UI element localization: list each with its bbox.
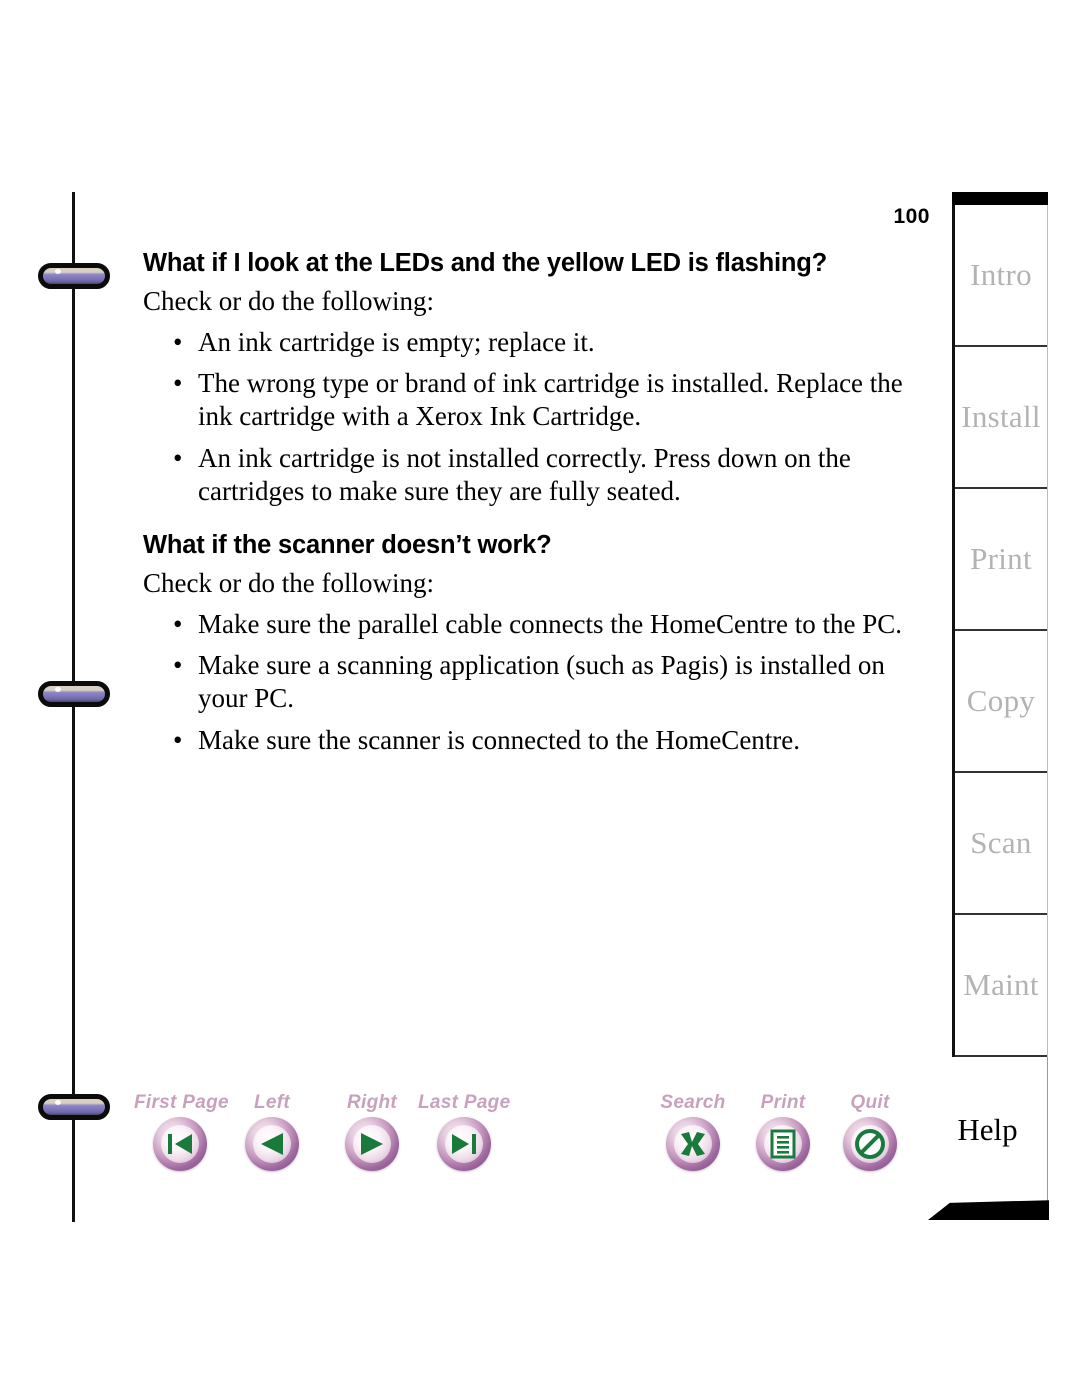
list-item: • Make sure a scanning application (such… <box>143 649 918 715</box>
section-lead-2: Check or do the following: <box>143 568 434 599</box>
list-item-text: Make sure the parallel cable connects th… <box>198 608 903 639</box>
previous-page-button[interactable]: Left <box>226 1092 318 1171</box>
list-item: • The wrong type or brand of ink cartrid… <box>143 367 918 433</box>
search-disc <box>666 1117 720 1171</box>
tab-scan-label: Scan <box>970 825 1032 860</box>
bullet-list-1: • An ink cartridge is empty; replace it.… <box>143 326 918 508</box>
print-button[interactable]: Print <box>737 1092 829 1171</box>
list-item: • Make sure the scanner is connected to … <box>143 724 918 757</box>
binder-ring-top <box>38 263 110 289</box>
bullet-glyph: • <box>173 326 183 357</box>
binder-ring-highlight <box>55 269 61 274</box>
manual-page: 100 What if I look at the LEDs and the y… <box>0 0 1080 1397</box>
binder-spine-line <box>72 192 75 1222</box>
tab-maint-label: Maint <box>963 967 1039 1002</box>
bullet-glyph: • <box>173 442 183 473</box>
previous-page-icon <box>245 1117 299 1171</box>
navigation-toolbar: First Page Left Right Last Page Search P… <box>130 1092 920 1192</box>
tab-scan[interactable]: Scan <box>955 773 1047 915</box>
quit-label: Quit <box>850 1092 890 1113</box>
list-item: • An ink cartridge is empty; replace it. <box>143 326 918 359</box>
last-page-label: Last Page <box>418 1092 511 1113</box>
search-label: Search <box>660 1092 726 1113</box>
bullet-list-2: • Make sure the parallel cable connects … <box>143 608 918 757</box>
list-item: • An ink cartridge is not installed corr… <box>143 442 918 508</box>
next-page-button[interactable]: Right <box>326 1092 418 1171</box>
list-item-text: An ink cartridge is not installed correc… <box>198 442 851 506</box>
section-lead-1: Check or do the following: <box>143 286 434 317</box>
tab-print[interactable]: Print <box>955 489 1047 631</box>
list-item-text: An ink cartridge is empty; replace it. <box>198 326 595 357</box>
list-item-text: The wrong type or brand of ink cartridge… <box>198 368 903 432</box>
print-disc <box>756 1117 810 1171</box>
quit-icon <box>843 1117 897 1171</box>
section-heading-2: What if the scanner doesn’t work? <box>143 530 552 559</box>
tab-help-label: Help <box>957 1112 1018 1147</box>
tab-copy-label: Copy <box>966 683 1036 718</box>
binder-ring-bottom <box>38 1094 110 1120</box>
list-item: • Make sure the parallel cable connects … <box>143 608 918 641</box>
quit-disc <box>843 1117 897 1171</box>
last-page-button[interactable]: Last Page <box>418 1092 510 1171</box>
list-item-text: Make sure a scanning application (such a… <box>198 650 885 714</box>
tab-intro-label: Intro <box>970 257 1032 292</box>
tab-intro[interactable]: Intro <box>955 205 1047 347</box>
bullet-glyph: • <box>173 724 183 755</box>
binder-ring-body <box>38 263 110 289</box>
binder-ring-body <box>38 681 110 707</box>
section-tabs: Intro Install Print Copy Scan Maint Help <box>928 192 1049 1220</box>
print-icon <box>756 1117 810 1171</box>
binder-ring-body <box>38 1094 110 1120</box>
search-button[interactable]: Search <box>647 1092 739 1171</box>
binder-ring-highlight <box>55 1100 61 1105</box>
previous-page-disc <box>245 1117 299 1171</box>
last-page-disc <box>437 1117 491 1171</box>
next-page-icon <box>345 1117 399 1171</box>
last-page-icon <box>437 1117 491 1171</box>
tab-maint[interactable]: Maint <box>955 915 1047 1057</box>
page-content: What if I look at the LEDs and the yello… <box>143 248 918 765</box>
page-title: What if I look at the LEDs and the yello… <box>143 249 828 277</box>
tab-help[interactable]: Help <box>928 1057 1048 1203</box>
next-page-disc <box>345 1117 399 1171</box>
next-page-label: Right <box>346 1092 398 1113</box>
bullet-glyph: • <box>173 608 183 639</box>
list-item-text: Make sure the scanner is connected to th… <box>198 724 801 755</box>
binder-ring-highlight <box>55 687 61 692</box>
print-label: Print <box>760 1092 806 1113</box>
tab-install[interactable]: Install <box>955 347 1047 489</box>
tabstrip-top-edge <box>952 192 1048 205</box>
tab-copy[interactable]: Copy <box>955 631 1047 773</box>
binder-ring-middle <box>38 681 110 707</box>
quit-button[interactable]: Quit <box>824 1092 916 1171</box>
bullet-glyph: • <box>173 650 183 681</box>
first-page-disc <box>153 1117 207 1171</box>
page-number: 100 <box>893 205 930 228</box>
first-page-button[interactable]: First Page <box>134 1092 229 1171</box>
tab-install-label: Install <box>961 399 1041 434</box>
tab-stack: Intro Install Print Copy Scan Maint <box>952 205 1048 1057</box>
bullet-glyph: • <box>173 368 183 399</box>
tab-print-label: Print <box>970 541 1032 576</box>
first-page-icon <box>153 1117 207 1171</box>
previous-page-label: Left <box>253 1092 291 1113</box>
first-page-label: First Page <box>134 1092 229 1113</box>
search-icon <box>666 1117 720 1171</box>
